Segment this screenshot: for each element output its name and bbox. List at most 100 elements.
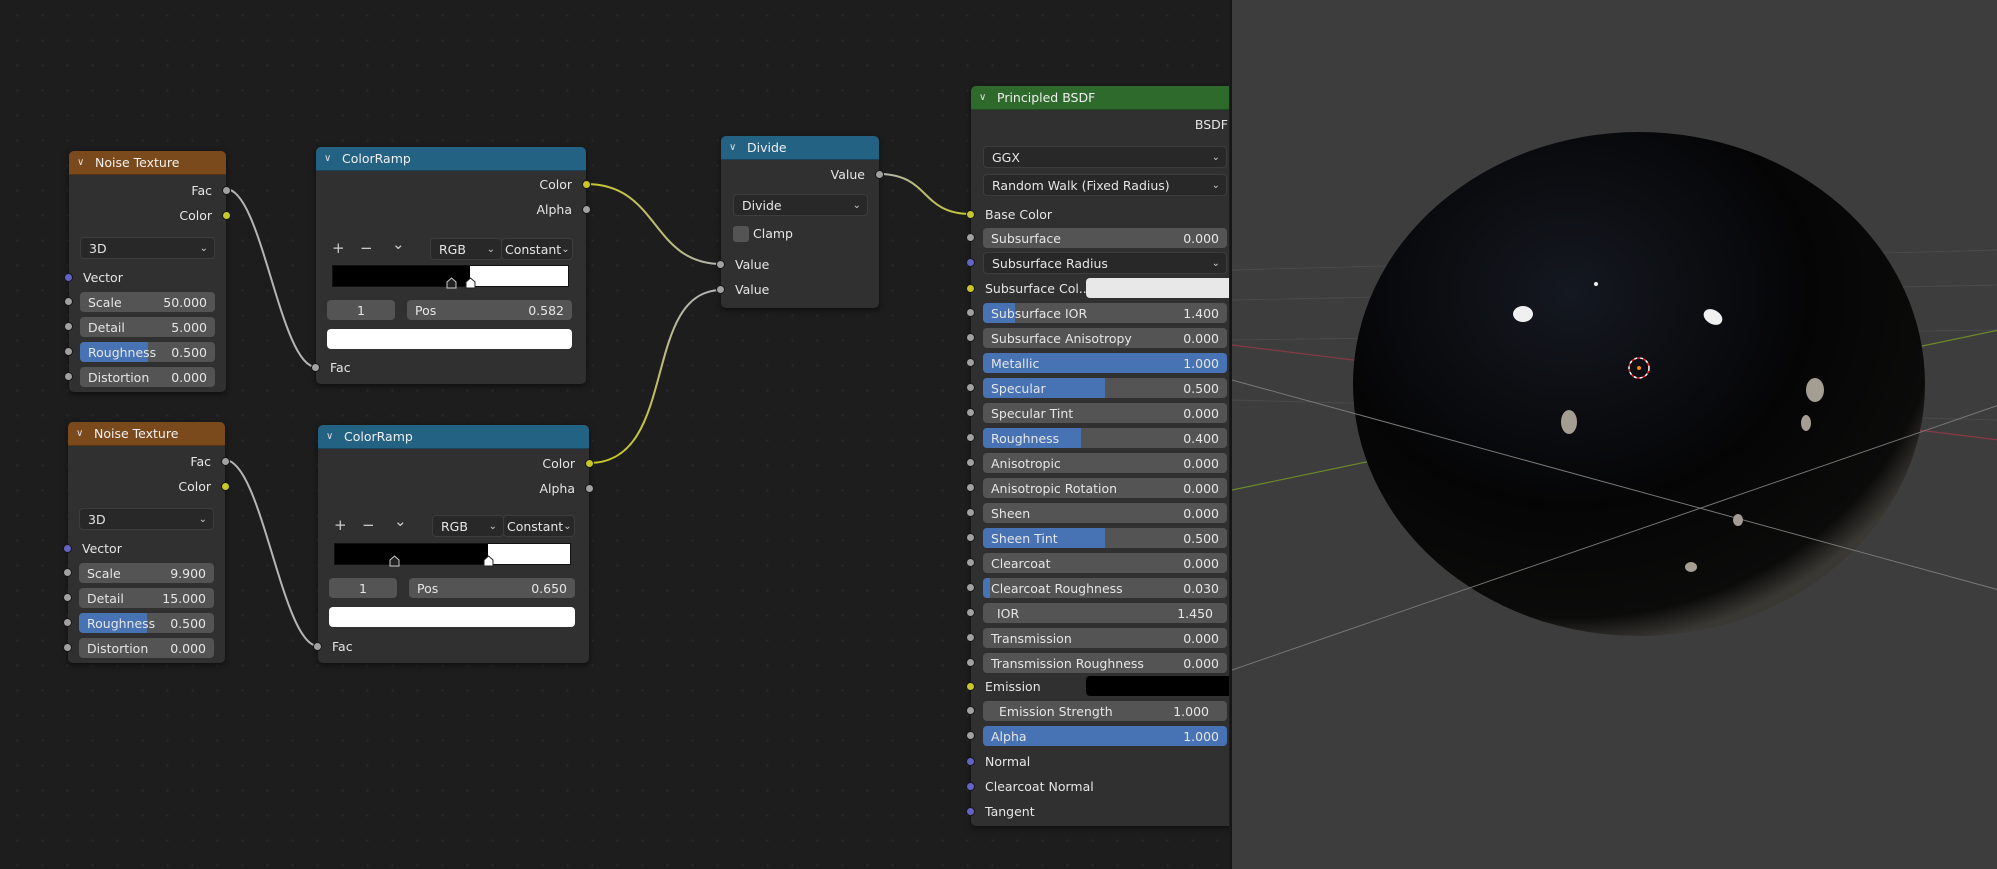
- node-header[interactable]: ∨ ColorRamp: [318, 425, 589, 449]
- input-value-2-socket[interactable]: [716, 284, 725, 294]
- output-color-socket[interactable]: [222, 210, 231, 220]
- sheen-tint-slider[interactable]: Sheen Tint 0.500: [983, 528, 1227, 548]
- subsurface-method-dropdown[interactable]: Random Walk (Fixed Radius) ⌄: [983, 174, 1227, 196]
- input-socket[interactable]: [966, 558, 975, 567]
- detail-field[interactable]: Detail 15.000: [79, 588, 214, 608]
- subsurface-ior-slider[interactable]: Subsurface IOR 1.400: [983, 303, 1227, 323]
- dimension-dropdown[interactable]: 3D ⌄: [80, 237, 215, 259]
- node-header[interactable]: ∨ Noise Texture: [68, 422, 225, 446]
- input-vector-socket[interactable]: [63, 543, 72, 553]
- node-header[interactable]: ∨ ColorRamp: [316, 147, 586, 171]
- input-socket[interactable]: [966, 458, 975, 467]
- input-base-color-socket[interactable]: [966, 209, 975, 219]
- distortion-field[interactable]: Distortion 0.000: [79, 638, 214, 658]
- add-stop-button[interactable]: +: [334, 516, 347, 534]
- node-header[interactable]: ∨ Divide: [721, 136, 879, 160]
- color-ramp-bar[interactable]: [334, 543, 571, 567]
- noise-texture-node-1[interactable]: ∨ Noise Texture Fac Color 3D ⌄ Vector Scal…: [64, 151, 231, 392]
- distortion-field[interactable]: Distortion 0.000: [80, 367, 215, 387]
- sphere-object[interactable]: [1353, 132, 1925, 636]
- anisotropic-slider[interactable]: Anisotropic 0.000: [983, 453, 1227, 473]
- input-emission-socket[interactable]: [966, 681, 975, 691]
- transmission-roughness-slider[interactable]: Transmission Roughness 0.000: [983, 653, 1227, 673]
- stop-position-field[interactable]: Pos 0.650: [409, 578, 575, 598]
- stop-color-swatch[interactable]: [329, 607, 575, 627]
- ramp-menu-chevron-icon[interactable]: ⌄: [394, 512, 407, 530]
- collapse-chevron-icon[interactable]: ∨: [326, 431, 340, 442]
- output-color-socket[interactable]: [221, 481, 230, 491]
- active-stop-index-field[interactable]: 1: [329, 578, 397, 598]
- input-socket[interactable]: [966, 408, 975, 417]
- input-fac-socket[interactable]: [313, 641, 322, 651]
- input-detail-socket[interactable]: [64, 322, 73, 331]
- input-socket[interactable]: [966, 333, 975, 342]
- input-emission-strength-socket[interactable]: [966, 706, 975, 715]
- input-socket[interactable]: [966, 633, 975, 642]
- collapse-chevron-icon[interactable]: ∨: [77, 157, 91, 168]
- clearcoat-roughness-slider[interactable]: Clearcoat Roughness 0.030: [983, 578, 1227, 598]
- color-mode-dropdown[interactable]: RGB ⌄: [432, 515, 504, 537]
- color-stop-handle[interactable]: [446, 277, 457, 289]
- input-socket[interactable]: [966, 608, 975, 617]
- input-scale-socket[interactable]: [64, 297, 73, 306]
- alpha-slider[interactable]: Alpha 1.000: [983, 726, 1227, 746]
- color-ramp-bar[interactable]: [332, 265, 569, 289]
- input-value-1-socket[interactable]: [716, 259, 725, 269]
- collapse-chevron-icon[interactable]: ∨: [324, 153, 338, 164]
- output-color-socket[interactable]: [585, 458, 594, 468]
- principled-bsdf-node[interactable]: ∨ Principled BSDF BSDF GGX ⌄ Random Walk (…: [966, 86, 1229, 826]
- input-distortion-socket[interactable]: [63, 643, 72, 652]
- input-socket[interactable]: [966, 583, 975, 592]
- specular-slider[interactable]: Specular 0.500: [983, 378, 1227, 398]
- input-socket[interactable]: [966, 358, 975, 367]
- collapse-chevron-icon[interactable]: ∨: [979, 92, 993, 103]
- remove-stop-button[interactable]: −: [360, 239, 373, 257]
- color-stop-handle[interactable]: [483, 555, 494, 567]
- interpolation-dropdown[interactable]: Constant ⌄: [501, 238, 573, 260]
- output-alpha-socket[interactable]: [582, 204, 591, 214]
- color-mode-dropdown[interactable]: RGB ⌄: [430, 238, 502, 260]
- input-subsurface-socket[interactable]: [966, 233, 975, 242]
- input-vector-socket[interactable]: [64, 272, 73, 282]
- distribution-dropdown[interactable]: GGX ⌄: [983, 146, 1227, 168]
- emission-color-swatch[interactable]: [1086, 676, 1229, 696]
- clamp-checkbox[interactable]: [733, 226, 749, 242]
- collapse-chevron-icon[interactable]: ∨: [76, 428, 90, 439]
- input-detail-socket[interactable]: [63, 593, 72, 602]
- output-fac-socket[interactable]: [221, 456, 230, 466]
- input-roughness-socket[interactable]: [64, 347, 73, 356]
- input-socket[interactable]: [966, 533, 975, 542]
- ramp-menu-chevron-icon[interactable]: ⌄: [392, 235, 405, 253]
- input-roughness-socket[interactable]: [63, 618, 72, 627]
- dimension-dropdown[interactable]: 3D ⌄: [79, 508, 214, 530]
- input-socket[interactable]: [966, 483, 975, 492]
- colorramp-node-2[interactable]: ∨ ColorRamp Color Alpha + − ⌄ RGB ⌄ Consta…: [313, 425, 594, 663]
- input-socket[interactable]: [966, 508, 975, 517]
- input-tangent-socket[interactable]: [966, 806, 975, 816]
- input-subsurface-color-socket[interactable]: [966, 283, 975, 293]
- input-socket[interactable]: [966, 658, 975, 667]
- input-fac-socket[interactable]: [311, 362, 320, 372]
- input-scale-socket[interactable]: [63, 568, 72, 577]
- colorramp-node-1[interactable]: ∨ ColorRamp Color Alpha + − ⌄ RGB ⌄ Consta…: [311, 147, 591, 384]
- shader-node-editor[interactable]: ∨ Noise Texture Fac Color 3D ⌄ Vector Scal…: [0, 0, 1229, 869]
- add-stop-button[interactable]: +: [332, 239, 345, 257]
- stop-position-field[interactable]: Pos 0.582: [407, 300, 572, 320]
- input-clearcoat-normal-socket[interactable]: [966, 781, 975, 791]
- collapse-chevron-icon[interactable]: ∨: [729, 142, 743, 153]
- scale-field[interactable]: Scale 50.000: [80, 292, 215, 312]
- output-fac-socket[interactable]: [222, 185, 231, 195]
- output-value-socket[interactable]: [875, 169, 884, 179]
- roughness-slider[interactable]: Roughness 0.400: [983, 428, 1227, 448]
- ior-slider[interactable]: IOR 1.450: [983, 603, 1227, 623]
- noise-texture-node-2[interactable]: ∨ Noise Texture Fac Color 3D ⌄ Vector Scal…: [63, 422, 230, 663]
- interpolation-dropdown[interactable]: Constant ⌄: [503, 515, 575, 537]
- node-header[interactable]: ∨ Principled BSDF: [971, 86, 1229, 110]
- subsurface-slider[interactable]: Subsurface 0.000: [983, 228, 1227, 248]
- subsurface-radius-dropdown[interactable]: Subsurface Radius ⌄: [983, 252, 1227, 274]
- 3d-viewport[interactable]: [1230, 0, 1997, 869]
- clearcoat-slider[interactable]: Clearcoat 0.000: [983, 553, 1227, 573]
- input-normal-socket[interactable]: [966, 756, 975, 766]
- input-socket[interactable]: [966, 308, 975, 317]
- output-color-socket[interactable]: [582, 179, 591, 189]
